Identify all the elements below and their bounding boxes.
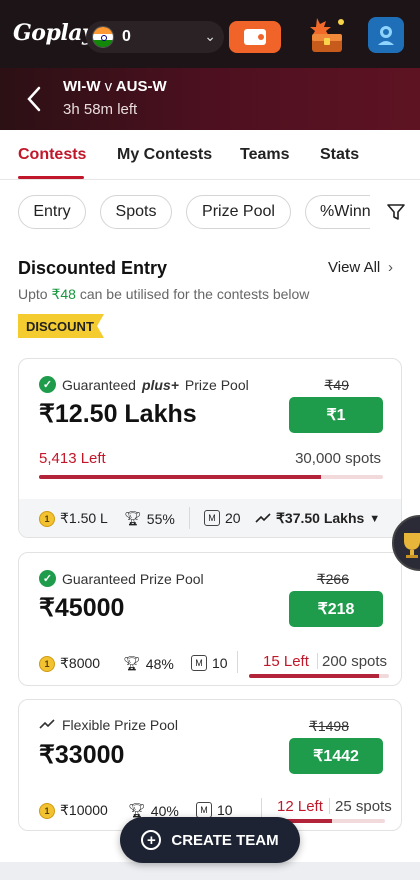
trophy-icon: 🏆︎ [123, 655, 141, 671]
prize-pool-amount: ₹12.50 Lakhs [39, 400, 197, 428]
filter-entry[interactable]: Entry [18, 195, 86, 229]
rewards-chest-icon[interactable] [303, 14, 349, 56]
view-all-link[interactable]: View All [328, 259, 380, 276]
bottom-strip [0, 862, 420, 880]
tab-stats[interactable]: Stats [320, 146, 359, 164]
pool-type-label: Flexible Prize Pool [39, 717, 178, 733]
total-spots: 200 spots [322, 653, 388, 670]
original-entry-fee: ₹266 [316, 571, 349, 587]
wallet-button[interactable] [229, 21, 281, 53]
discount-amount: ₹48 [51, 286, 76, 302]
spots-left: 12 Left [277, 798, 323, 815]
filter-spots[interactable]: Spots [100, 195, 172, 229]
country-balance-selector[interactable]: 0 ⌄ [86, 21, 224, 53]
total-spots: 25 spots [335, 798, 392, 815]
balance-amount: 0 [122, 28, 131, 45]
section-subtitle: Upto ₹48 can be utilised for the contest… [18, 286, 310, 302]
app-logo[interactable]: Goplay [13, 20, 95, 46]
trending-up-icon [39, 717, 56, 733]
tab-my-contests[interactable]: My Contests [117, 146, 212, 164]
chevron-down-icon: ⌄ [204, 28, 216, 44]
wallet-icon [244, 29, 266, 45]
original-entry-fee: ₹1498 [308, 718, 349, 734]
spots-left: 5,413 Left [39, 450, 106, 467]
plus-icon: + [141, 830, 162, 850]
section-title: Discounted Entry [18, 258, 168, 278]
first-prize-icon: 1 [39, 802, 55, 819]
leaderboard-trophy-icon[interactable] [392, 515, 420, 571]
trophy-icon: 🏆︎ [124, 510, 142, 526]
original-entry-fee: ₹49 [324, 377, 349, 393]
winning-percent: 🏆︎ 48% [123, 655, 174, 672]
active-tab-indicator [18, 176, 84, 179]
create-team-label: CREATE TEAM [171, 831, 279, 849]
first-prize: 1 ₹8000 [39, 655, 100, 672]
first-prize-icon: 1 [39, 510, 55, 527]
winning-percent: 🏆︎ 55% [124, 510, 175, 527]
tab-contests[interactable]: Contests [18, 146, 86, 164]
team-2-name: AUS-W [115, 78, 167, 95]
join-button[interactable]: ₹1442 [289, 738, 383, 774]
trending-up-icon [255, 511, 271, 527]
pool-type-label: ✓ Guaranteed plus+ Prize Pool [39, 376, 249, 393]
max-entries: M 10 [196, 802, 233, 818]
match-header: WI-W v AUS-W 3h 58m left [0, 68, 420, 130]
contest-card[interactable]: ✓ Guaranteed Prize Pool ₹45000 ₹266 ₹218… [18, 552, 402, 686]
total-spots: 30,000 spots [295, 450, 381, 467]
versus-label: v [104, 78, 113, 95]
contest-card[interactable]: ✓ Guaranteed plus+ Prize Pool ₹12.50 Lakhs… [18, 358, 402, 538]
discount-badge: DISCOUNT [18, 314, 104, 338]
spots-progress-bar [249, 674, 389, 678]
top-bar: Goplay 0 ⌄ [0, 0, 420, 68]
first-prize-icon: 1 [39, 655, 55, 672]
back-arrow-icon[interactable] [24, 84, 44, 114]
prize-pool-amount: ₹45000 [39, 594, 125, 622]
chevron-right-icon[interactable]: › [388, 259, 393, 276]
create-team-button[interactable]: + CREATE TEAM [120, 817, 300, 863]
contest-card[interactable]: Flexible Prize Pool ₹33000 ₹1498 ₹1442 1… [18, 699, 402, 831]
join-button[interactable]: ₹1 [289, 397, 383, 433]
india-flag-icon [92, 26, 114, 48]
pool-type-label: ✓ Guaranteed Prize Pool [39, 570, 204, 587]
team-1-name: WI-W [63, 78, 101, 95]
max-entries-icon: M [191, 655, 207, 671]
max-entries-icon: M [204, 510, 220, 526]
match-title: WI-W v AUS-W [63, 78, 167, 95]
total-prize-dropdown[interactable]: ₹37.50 Lakhs ▼ [255, 510, 380, 527]
filter-prize-pool[interactable]: Prize Pool [186, 195, 291, 229]
prize-pool-amount: ₹33000 [39, 741, 125, 769]
match-time-left: 3h 58m left [63, 101, 138, 118]
verified-check-icon: ✓ [39, 376, 56, 393]
tab-bar: Contests My Contests Teams Stats [0, 130, 420, 180]
max-entries-icon: M [196, 802, 212, 818]
first-prize: 1 ₹1.50 L [39, 510, 108, 527]
spots-left: 15 Left [263, 653, 309, 670]
caret-down-icon: ▼ [369, 512, 381, 525]
filter-win-percent[interactable]: %Winn [305, 195, 370, 229]
profile-avatar-icon[interactable] [368, 17, 404, 53]
max-entries: M 20 [204, 510, 241, 526]
max-entries: M 10 [191, 655, 228, 671]
first-prize: 1 ₹10000 [39, 802, 108, 819]
filter-funnel-icon[interactable] [386, 202, 406, 222]
join-button[interactable]: ₹218 [289, 591, 383, 627]
spots-progress-bar [39, 475, 383, 479]
verified-check-icon: ✓ [39, 570, 56, 587]
card-footer: 1 ₹1.50 L 🏆︎ 55% M 20 ₹37.50 Lakhs ▼ [19, 499, 401, 537]
tab-teams[interactable]: Teams [240, 146, 290, 164]
